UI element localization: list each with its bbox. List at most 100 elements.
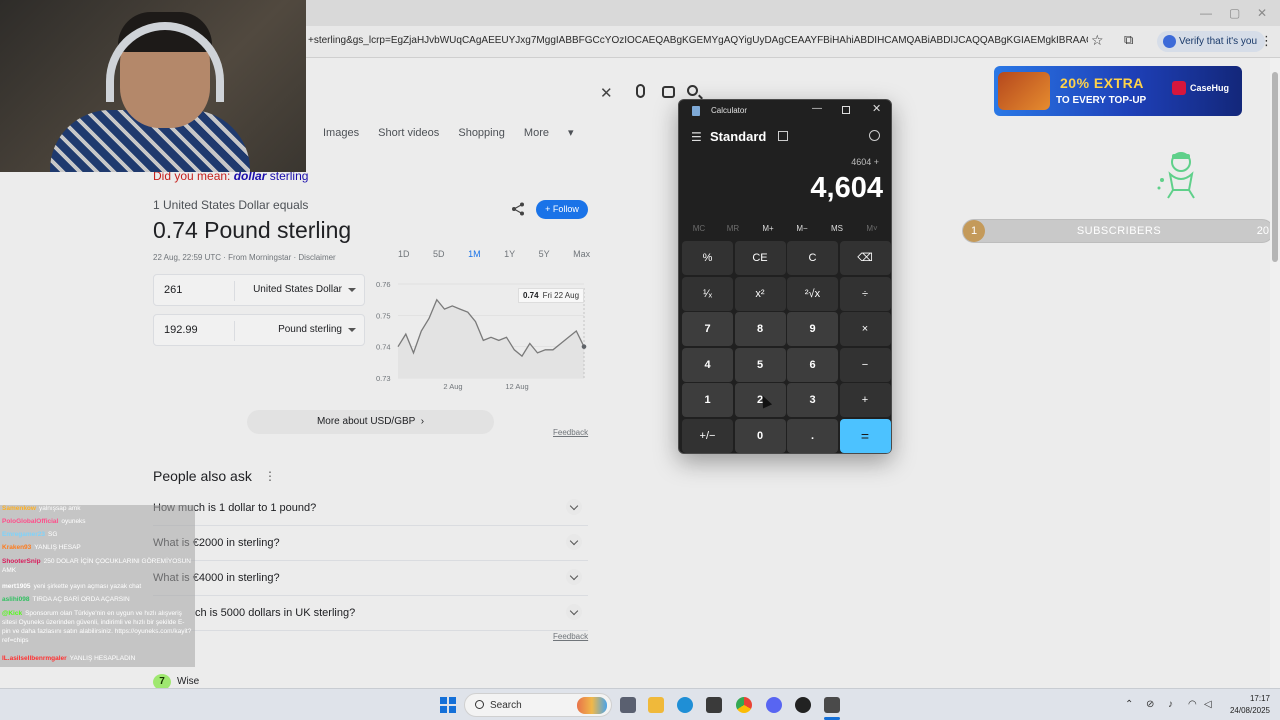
subtract-button[interactable]: − (839, 347, 891, 382)
follow-button[interactable]: + Follow (536, 200, 588, 219)
volume-icon[interactable]: ◁ (1204, 699, 1212, 710)
memory-clear-button[interactable]: MC (684, 224, 714, 233)
url-text[interactable]: +sterling&gs_lcrp=EgZjaHJvbWUqCAgAEEUYJx… (308, 35, 1088, 46)
digit-4-button[interactable]: 4 (682, 347, 733, 382)
edge-icon[interactable] (677, 697, 693, 713)
equals-button[interactable]: = (839, 418, 891, 453)
to-amount-input[interactable]: 192.99 (164, 324, 198, 336)
paa-question[interactable]: ch is 5000 dollars in UK sterling? (153, 596, 588, 631)
paa-question[interactable]: How much is 1 dollar to 1 pound? (153, 491, 588, 526)
chat-username[interactable]: IL.asilsellbenrmgaler (2, 655, 67, 662)
lens-icon[interactable] (662, 86, 675, 98)
tray-chevron-icon[interactable]: ⌃ (1125, 699, 1133, 710)
wifi-icon[interactable]: ◠ (1188, 699, 1197, 710)
clear-entry-button[interactable]: CE (734, 241, 786, 275)
backspace-button[interactable]: ⌫ (839, 241, 891, 275)
search-icon[interactable] (687, 85, 698, 96)
chevron-down-icon[interactable] (566, 604, 582, 620)
maximize-icon[interactable]: ▢ (1229, 6, 1240, 20)
chat-username[interactable]: Samenkow (2, 505, 36, 512)
tab-more[interactable]: More ▾ (524, 127, 574, 139)
browser-menu-icon[interactable]: ⋮ (1260, 33, 1273, 49)
page-scrollbar[interactable] (1270, 58, 1280, 688)
scrollbar-thumb[interactable] (1272, 72, 1278, 262)
memory-store-button[interactable]: MS (822, 224, 852, 233)
sponsor-banner[interactable]: 20% EXTRA TO EVERY TOP-UP CaseHug (994, 66, 1242, 116)
calculator-taskbar-icon[interactable] (824, 697, 840, 713)
keep-on-top-icon[interactable] (778, 131, 788, 141)
clear-button[interactable]: C (787, 241, 838, 275)
reciprocal-button[interactable]: ¹⁄ₓ (682, 276, 733, 311)
tab-images[interactable]: Images (323, 127, 359, 139)
digit-3-button[interactable]: 3 (787, 383, 838, 417)
digit-6-button[interactable]: 6 (787, 347, 838, 382)
file-explorer-icon[interactable] (648, 697, 664, 713)
add-button[interactable]: + (839, 383, 891, 417)
paa-question[interactable]: What is €4000 in sterling? (153, 561, 588, 596)
square-button[interactable]: x² (734, 276, 786, 311)
chevron-down-icon[interactable] (566, 499, 582, 515)
share-icon[interactable] (511, 202, 525, 216)
verify-identity-button[interactable]: Verify that it's you (1157, 31, 1266, 52)
divide-button[interactable]: ÷ (839, 276, 891, 311)
minimize-icon[interactable]: — (1200, 6, 1212, 20)
obs-icon[interactable] (795, 697, 811, 713)
close-icon[interactable]: ✕ (1257, 6, 1267, 20)
range-tab-1y[interactable]: 1Y (504, 249, 515, 259)
chat-username[interactable]: @Kick (2, 610, 22, 617)
tab-short-videos[interactable]: Short videos (378, 127, 439, 139)
negate-button[interactable]: +/− (682, 418, 733, 453)
chat-username[interactable]: ShooterSnip (2, 558, 41, 565)
extensions-icon[interactable]: ⧉ (1124, 32, 1133, 48)
range-tab-1d[interactable]: 1D (398, 249, 410, 259)
range-tab-max[interactable]: Max (573, 249, 590, 259)
discord-icon[interactable] (766, 697, 782, 713)
range-tab-5y[interactable]: 5Y (539, 249, 550, 259)
chrome-icon[interactable] (736, 697, 752, 713)
more-options-icon[interactable]: ⋮ (264, 469, 276, 483)
digit-7-button[interactable]: 7 (682, 312, 733, 346)
taskbar-search[interactable]: Search (464, 693, 612, 717)
feedback-link[interactable]: Feedback (553, 428, 588, 437)
chat-username[interactable]: Emregamer23 (2, 531, 45, 538)
chevron-down-icon[interactable] (566, 569, 582, 585)
tab-shopping[interactable]: Shopping (458, 127, 505, 139)
decimal-button[interactable]: . (787, 418, 838, 453)
chat-username[interactable]: Kraken93 (2, 544, 31, 551)
history-icon[interactable] (869, 130, 880, 141)
to-currency-select[interactable]: Pound sterling (278, 324, 342, 335)
digit-0-button[interactable]: 0 (734, 418, 786, 453)
range-tab-1m[interactable]: 1M (468, 249, 481, 259)
square-root-button[interactable]: ²√x (787, 276, 838, 311)
close-icon[interactable]: ✕ (872, 102, 881, 115)
taskbar-clock[interactable]: 17:17 24/08/2025 (1222, 693, 1270, 717)
chevron-down-icon[interactable] (566, 534, 582, 550)
minimize-icon[interactable]: — (812, 103, 822, 114)
hamburger-menu-icon[interactable]: ☰ (691, 130, 702, 144)
paa-feedback-link[interactable]: Feedback (553, 632, 588, 641)
task-view-icon[interactable] (620, 697, 636, 713)
chevron-down-icon[interactable] (348, 288, 356, 292)
digit-9-button[interactable]: 9 (787, 312, 838, 346)
memory-add-button[interactable]: M+ (753, 224, 783, 233)
percent-button[interactable]: % (682, 241, 733, 275)
search-box[interactable] (306, 58, 716, 128)
chat-username[interactable]: aslihi098 (2, 596, 29, 603)
chat-username[interactable]: mert1905 (2, 583, 31, 590)
store-icon[interactable] (706, 697, 722, 713)
microphone-icon[interactable] (636, 84, 645, 98)
memory-subtract-button[interactable]: M− (787, 224, 817, 233)
chevron-down-icon[interactable] (348, 328, 356, 332)
microphone-tray-icon[interactable]: ♪ (1168, 699, 1173, 710)
more-about-button[interactable]: More about USD/GBP › (247, 410, 494, 434)
digit-8-button[interactable]: 8 (734, 312, 786, 346)
multiply-button[interactable]: × (839, 312, 891, 346)
digit-1-button[interactable]: 1 (682, 383, 733, 417)
bookmark-star-icon[interactable]: ☆ (1091, 32, 1104, 49)
range-tab-5d[interactable]: 5D (433, 249, 445, 259)
clear-search-icon[interactable]: ✕ (600, 84, 613, 102)
memory-list-button[interactable]: M˅ (857, 224, 887, 233)
from-currency-select[interactable]: United States Dollar (253, 284, 342, 295)
notifications-muted-icon[interactable]: ⊘ (1146, 699, 1154, 710)
chat-username[interactable]: PoloGlobalOfficial (2, 518, 58, 525)
